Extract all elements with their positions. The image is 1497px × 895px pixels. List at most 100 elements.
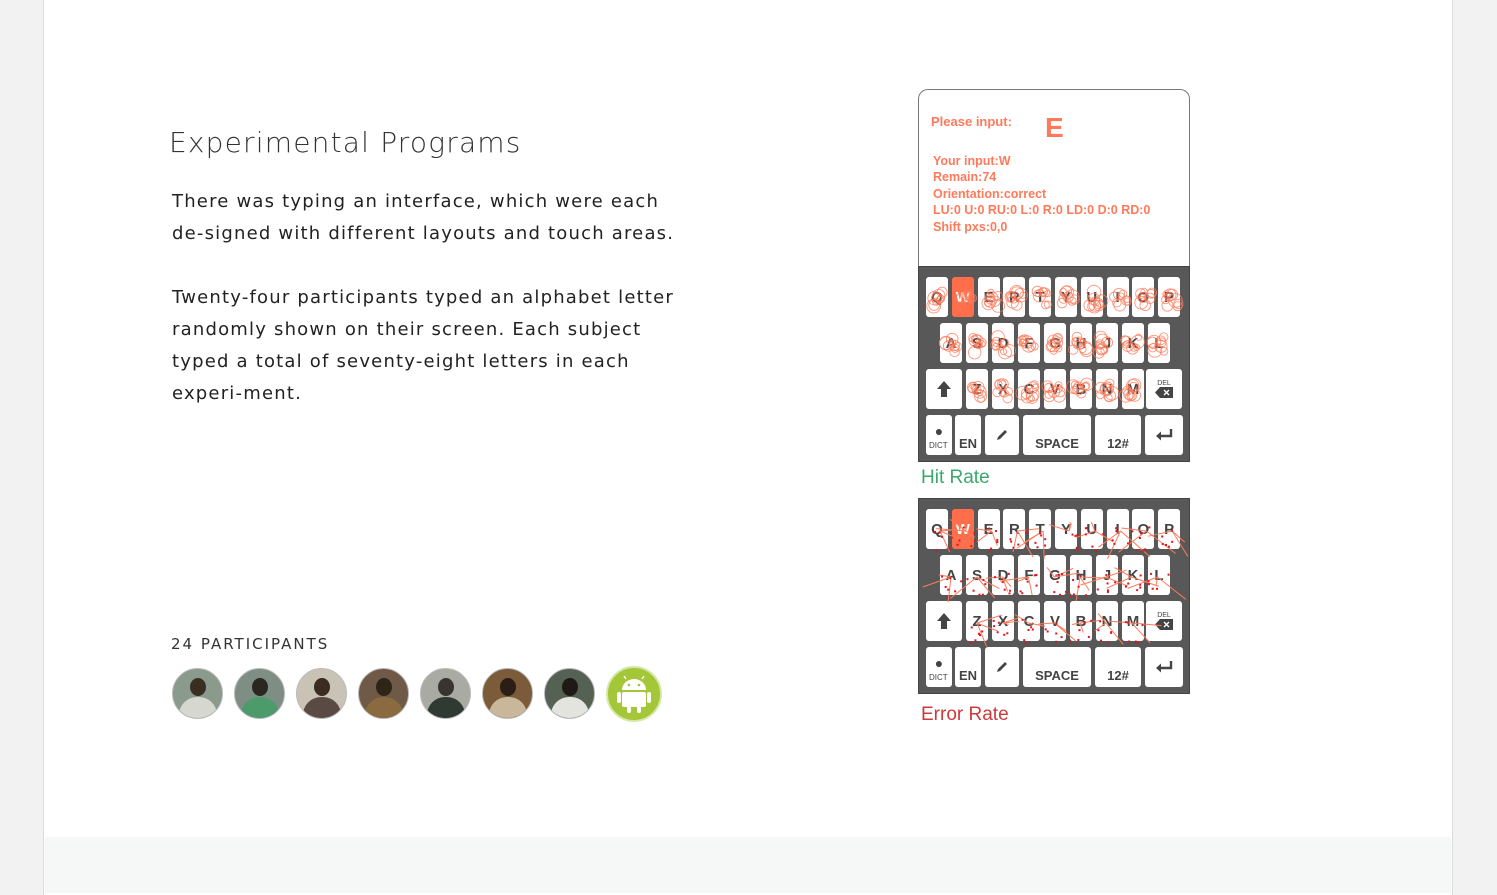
- key-a[interactable]: A: [940, 323, 962, 363]
- key-j[interactable]: J: [1096, 323, 1118, 363]
- key-e[interactable]: E: [977, 509, 1000, 549]
- key-u[interactable]: U: [1080, 277, 1103, 317]
- hit-rate-caption: Hit Rate: [921, 467, 990, 488]
- delete-key[interactable]: DEL: [1146, 601, 1182, 641]
- status-line: LU:0 U:0 RU:0 L:0 R:0 LD:0 D:0 RD:0: [933, 203, 1151, 218]
- enter-key[interactable]: [1145, 415, 1183, 455]
- language-key[interactable]: EN: [955, 415, 981, 455]
- dict-key[interactable]: ● DICT: [926, 415, 952, 455]
- hit-rate-keyboard: Q W E R T Y U I O P A S D F G H J K L Z X C V B N M DEL ● DICT EN SPAC…: [918, 266, 1190, 462]
- shift-key[interactable]: [926, 601, 962, 641]
- key-s[interactable]: S: [966, 555, 988, 595]
- key-f[interactable]: F: [1018, 323, 1040, 363]
- key-f[interactable]: F: [1018, 555, 1040, 595]
- key-label: P: [1164, 520, 1175, 538]
- key-h[interactable]: H: [1070, 555, 1092, 595]
- enter-key[interactable]: [1145, 647, 1183, 687]
- key-h[interactable]: H: [1070, 323, 1092, 363]
- key-d[interactable]: D: [992, 323, 1014, 363]
- key-y[interactable]: Y: [1055, 509, 1077, 549]
- status-line: Shift pxs:0,0: [933, 219, 1008, 234]
- key-q[interactable]: Q: [926, 277, 948, 317]
- space-key[interactable]: SPACE: [1023, 415, 1091, 455]
- key-label: O: [1137, 520, 1150, 538]
- shift-key[interactable]: [926, 369, 962, 409]
- avatar[interactable]: [482, 668, 533, 719]
- key-l[interactable]: L: [1148, 323, 1170, 363]
- avatar[interactable]: [358, 668, 409, 719]
- language-key[interactable]: EN: [955, 647, 981, 687]
- participant-avatars: [172, 666, 673, 722]
- key-x[interactable]: X: [992, 369, 1014, 409]
- key-b[interactable]: B: [1070, 369, 1092, 409]
- error-point: [1055, 640, 1058, 643]
- space-key[interactable]: SPACE: [1023, 647, 1091, 687]
- key-y[interactable]: Y: [1055, 277, 1077, 317]
- key-o[interactable]: O: [1132, 277, 1155, 317]
- numbers-key[interactable]: 12#: [1095, 415, 1141, 455]
- key-v[interactable]: V: [1044, 601, 1066, 641]
- key-k[interactable]: K: [1122, 555, 1144, 595]
- delete-key[interactable]: DEL: [1146, 369, 1182, 409]
- pen-icon: [997, 662, 1007, 672]
- participants-label: 24 PARTICIPANTS: [171, 635, 330, 653]
- avatar[interactable]: [172, 668, 223, 719]
- key-o[interactable]: O: [1132, 509, 1155, 549]
- key-label: N: [1101, 612, 1113, 630]
- key-label: J: [1102, 334, 1112, 352]
- key-label: R: [1008, 288, 1020, 306]
- key-label: C: [1023, 380, 1035, 398]
- key-r[interactable]: R: [1003, 277, 1026, 317]
- key-d[interactable]: D: [992, 555, 1014, 595]
- key-label: S: [971, 566, 982, 584]
- key-i[interactable]: I: [1106, 277, 1129, 317]
- key-g[interactable]: G: [1044, 555, 1066, 595]
- avatar[interactable]: [296, 668, 347, 719]
- avatar[interactable]: [544, 668, 595, 719]
- key-m[interactable]: M: [1122, 369, 1144, 409]
- backspace-icon: [1155, 619, 1173, 630]
- key-z[interactable]: Z: [966, 601, 988, 641]
- key-s[interactable]: S: [966, 323, 988, 363]
- key-c[interactable]: C: [1018, 369, 1040, 409]
- avatar[interactable]: [234, 668, 285, 719]
- key-n[interactable]: N: [1096, 369, 1118, 409]
- key-label: F: [1024, 566, 1034, 584]
- shift-icon: [937, 381, 951, 397]
- key-t[interactable]: T: [1029, 509, 1052, 549]
- key-label: A: [945, 334, 957, 352]
- pen-icon: [997, 430, 1007, 440]
- handwriting-key[interactable]: [985, 415, 1019, 455]
- key-w[interactable]: W: [951, 277, 974, 317]
- key-r[interactable]: R: [1003, 509, 1026, 549]
- key-g[interactable]: G: [1044, 323, 1066, 363]
- key-t[interactable]: T: [1029, 277, 1052, 317]
- key-label: Z: [972, 612, 982, 630]
- key-i[interactable]: I: [1106, 509, 1129, 549]
- key-j[interactable]: J: [1096, 555, 1118, 595]
- numbers-key[interactable]: 12#: [1095, 647, 1141, 687]
- key-a[interactable]: A: [940, 555, 962, 595]
- enter-icon: [1156, 429, 1173, 441]
- key-e[interactable]: E: [977, 277, 1000, 317]
- key-label: L: [1154, 566, 1164, 584]
- key-b[interactable]: B: [1070, 601, 1092, 641]
- avatar[interactable]: [420, 668, 471, 719]
- key-k[interactable]: K: [1122, 323, 1144, 363]
- key-v[interactable]: V: [1044, 369, 1066, 409]
- android-icon[interactable]: [606, 666, 662, 722]
- key-c[interactable]: C: [1018, 601, 1040, 641]
- key-w[interactable]: W: [951, 509, 974, 549]
- key-m[interactable]: M: [1122, 601, 1144, 641]
- key-p[interactable]: P: [1158, 509, 1181, 549]
- key-u[interactable]: U: [1080, 509, 1103, 549]
- key-p[interactable]: P: [1158, 277, 1181, 317]
- dict-key[interactable]: ● DICT: [926, 647, 952, 687]
- key-label: U: [1086, 288, 1098, 306]
- key-x[interactable]: X: [992, 601, 1014, 641]
- key-z[interactable]: Z: [966, 369, 988, 409]
- key-n[interactable]: N: [1096, 601, 1118, 641]
- key-l[interactable]: L: [1148, 555, 1170, 595]
- handwriting-key[interactable]: [985, 647, 1019, 687]
- key-q[interactable]: Q: [926, 509, 948, 549]
